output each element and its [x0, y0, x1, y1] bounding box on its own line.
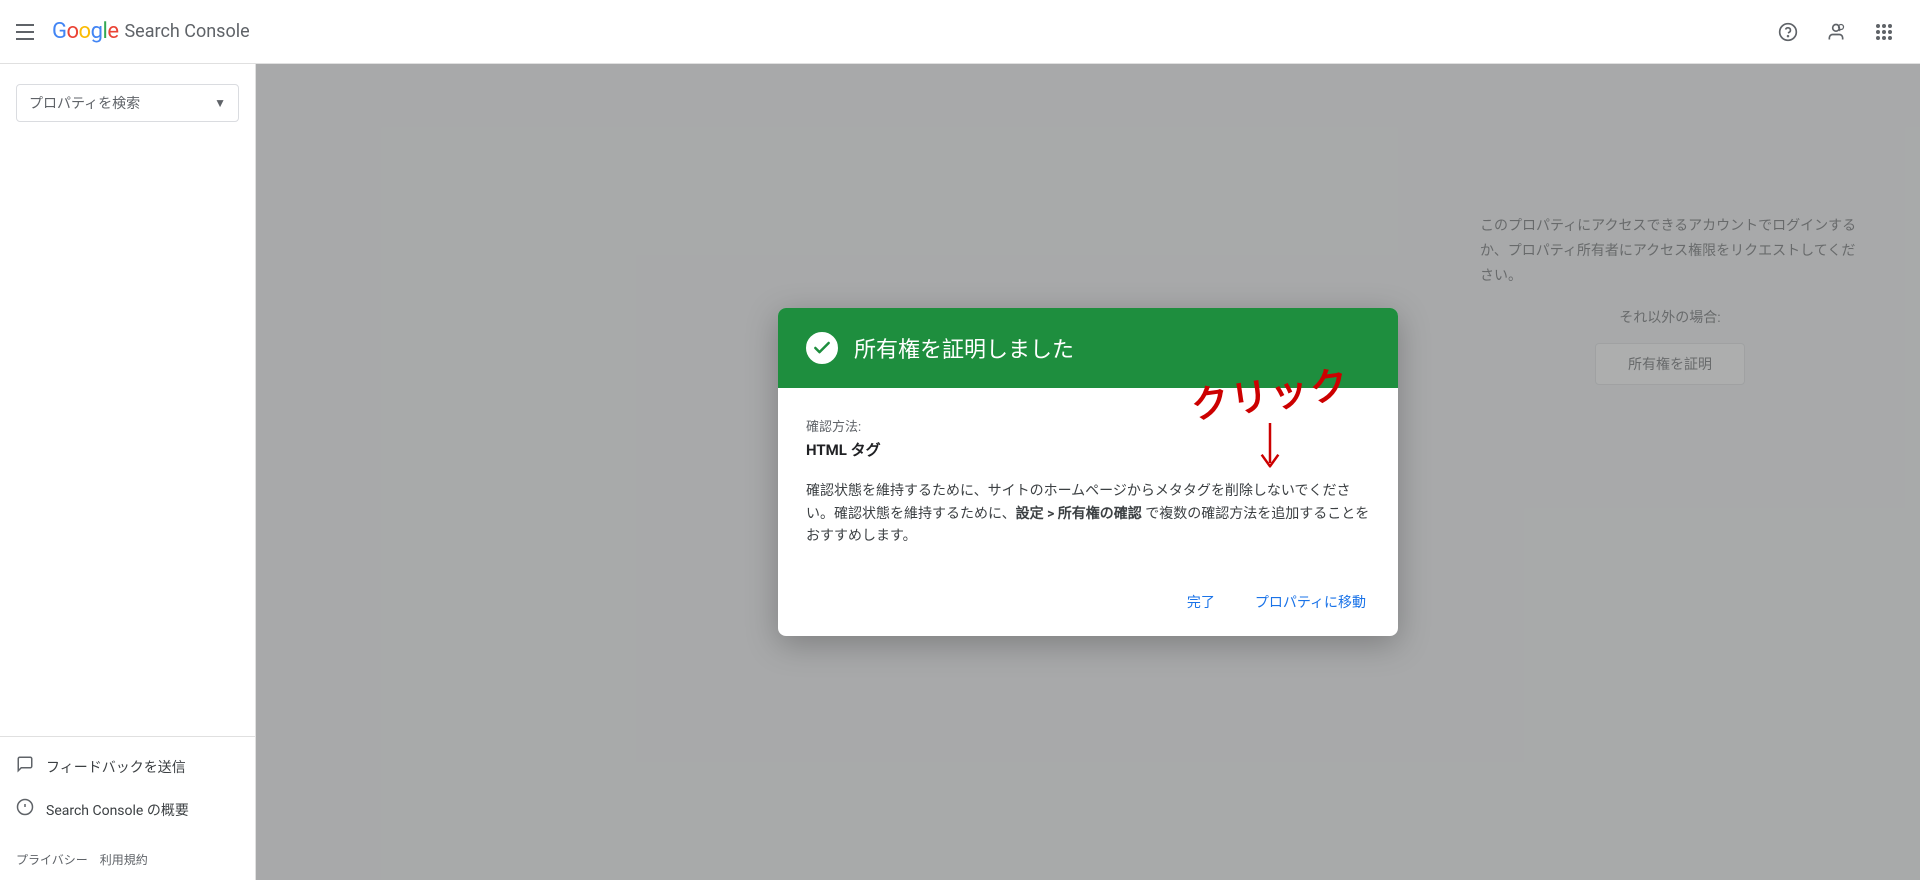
modal-overlay[interactable]: 所有権を証明しました 確認方法: HTML タグ 確認状態を維持するために、サイ…	[256, 64, 1920, 880]
property-search[interactable]: プロパティを検索 ▼	[16, 84, 239, 122]
privacy-link[interactable]: プライバシー	[16, 851, 88, 868]
verification-method-value: HTML タグ	[806, 439, 1370, 460]
google-logo: Google	[52, 19, 118, 44]
dialog-title: 所有権を証明しました	[854, 332, 1074, 364]
overview-label: Search Console の概要	[46, 800, 189, 820]
content-area: このプロパティにアクセスできるアカウントでログインするか、プロパティ所有者にアク…	[256, 64, 1920, 880]
sidebar-bottom: フィードバックを送信 Search Console の概要	[0, 736, 255, 839]
dialog-description: 確認状態を維持するために、サイトのホームページからメタタグを削除しないでください…	[806, 480, 1370, 547]
header-left: Google Search Console	[16, 19, 250, 44]
verification-dialog: 所有権を証明しました 確認方法: HTML タグ 確認状態を維持するために、サイ…	[778, 308, 1398, 635]
dialog-body: 確認方法: HTML タグ 確認状態を維持するために、サイトのホームページからメ…	[778, 388, 1398, 575]
dialog-header: 所有権を証明しました	[778, 308, 1398, 388]
menu-icon[interactable]	[16, 20, 40, 44]
property-search-text: プロパティを検索	[29, 93, 206, 113]
sidebar-spacer	[0, 138, 255, 736]
apps-button[interactable]	[1864, 12, 1904, 52]
success-check-icon	[806, 332, 838, 364]
go-to-property-button[interactable]: プロパティに移動	[1239, 584, 1382, 620]
app-title: Search Console	[124, 21, 249, 42]
main-layout: プロパティを検索 ▼ フィードバックを送信	[0, 64, 1920, 880]
sidebar-item-feedback[interactable]: フィードバックを送信	[0, 745, 255, 788]
sidebar: プロパティを検索 ▼ フィードバックを送信	[0, 64, 256, 880]
help-button[interactable]	[1768, 12, 1808, 52]
verification-method-label: 確認方法:	[806, 416, 1370, 435]
sidebar-item-overview[interactable]: Search Console の概要	[0, 788, 255, 831]
info-icon	[16, 798, 34, 821]
feedback-label: フィードバックを送信	[46, 757, 186, 777]
account-button[interactable]	[1816, 12, 1856, 52]
chevron-down-icon: ▼	[214, 96, 226, 110]
feedback-icon	[16, 755, 34, 778]
terms-link[interactable]: 利用規約	[100, 851, 148, 868]
description-bold: 設定 > 所有権の確認	[1016, 506, 1142, 522]
logo-area: Google Search Console	[52, 19, 250, 44]
dialog-footer: 完了 プロパティに移動	[778, 576, 1398, 636]
sidebar-footer: プライバシー 利用規約	[0, 839, 255, 880]
header-right	[1768, 12, 1904, 52]
grid-icon	[1876, 24, 1892, 40]
done-button[interactable]: 完了	[1171, 584, 1231, 620]
header: Google Search Console	[0, 0, 1920, 64]
